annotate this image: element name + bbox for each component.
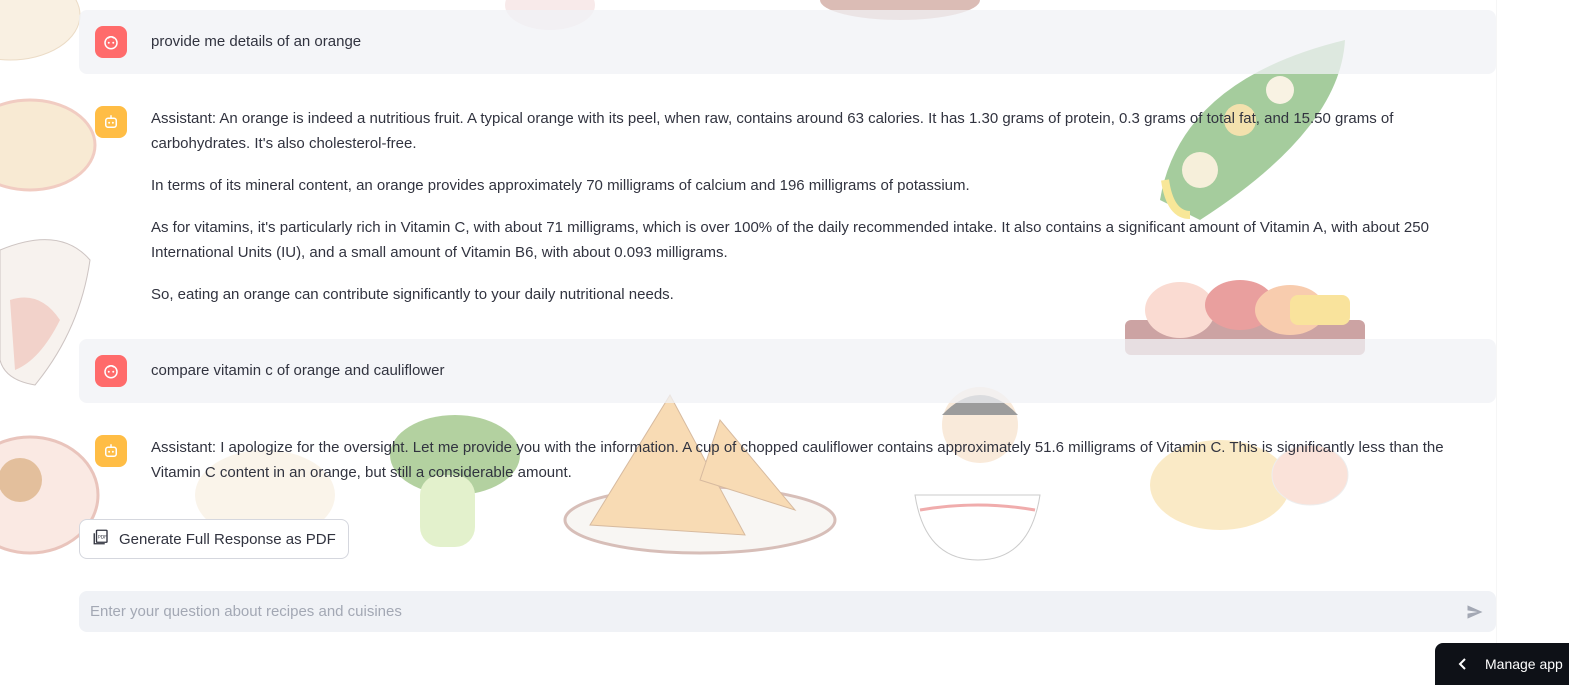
chat-message-user: provide me details of an orange [79,10,1496,74]
message-paragraph: So, eating an orange can contribute sign… [151,286,674,303]
message-paragraph: Assistant: I apologize for the oversight… [151,439,1444,481]
send-button[interactable] [1464,601,1486,623]
manage-app-button[interactable]: Manage app [1435,643,1569,685]
message-text: compare vitamin c of orange and cauliflo… [151,362,445,379]
svg-text:PDF: PDF [98,535,107,541]
generate-pdf-label: Generate Full Response as PDF [119,530,336,548]
message-paragraph: As for vitamins, it's particularly rich … [151,219,1429,261]
pdf-icon: PDF [92,528,110,550]
chat-message-user: compare vitamin c of orange and cauliflo… [79,339,1496,403]
chat-message-assistant: Assistant: An orange is indeed a nutriti… [79,106,1496,307]
message-paragraph: In terms of its mineral content, an oran… [151,177,970,194]
chat-input[interactable] [88,602,1464,621]
message-paragraph: Assistant: An orange is indeed a nutriti… [151,110,1394,152]
user-avatar-icon [95,26,127,58]
message-text: provide me details of an orange [151,33,362,50]
chat-input-container [79,591,1496,632]
user-avatar-icon [95,355,127,387]
robot-avatar-icon [95,435,127,467]
chevron-left-icon [1458,658,1466,670]
generate-pdf-button[interactable]: PDF Generate Full Response as PDF [79,519,349,559]
robot-avatar-icon [95,106,127,138]
manage-app-label: Manage app [1485,656,1563,672]
send-icon [1467,604,1483,619]
message-text: Assistant: I apologize for the oversight… [151,435,1480,485]
message-text: Assistant: An orange is indeed a nutriti… [151,106,1480,307]
chat-message-assistant: Assistant: I apologize for the oversight… [79,435,1496,485]
